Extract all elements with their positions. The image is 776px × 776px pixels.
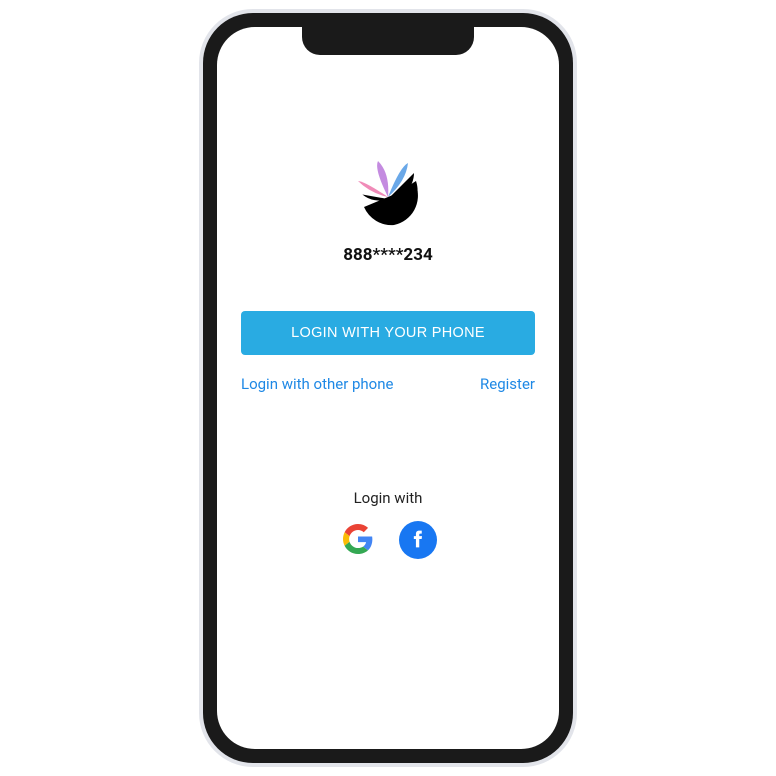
masked-phone-number: 888****234 xyxy=(343,245,432,265)
facebook-login-button[interactable] xyxy=(399,521,437,559)
phone-screen: 888****234 LOGIN WITH YOUR PHONE Login w… xyxy=(217,27,559,749)
google-icon xyxy=(343,524,373,557)
app-logo xyxy=(350,159,426,233)
login-with-phone-button[interactable]: LOGIN WITH YOUR PHONE xyxy=(241,311,535,355)
facebook-icon xyxy=(408,529,428,552)
login-other-phone-link[interactable]: Login with other phone xyxy=(241,375,393,393)
phone-frame: 888****234 LOGIN WITH YOUR PHONE Login w… xyxy=(199,9,577,767)
login-content: 888****234 LOGIN WITH YOUR PHONE Login w… xyxy=(217,27,559,559)
phone-notch xyxy=(302,27,474,55)
register-link[interactable]: Register xyxy=(480,375,535,393)
social-login-row xyxy=(339,521,437,559)
secondary-links-row: Login with other phone Register xyxy=(241,375,535,393)
google-login-button[interactable] xyxy=(339,521,377,559)
phone-bezel: 888****234 LOGIN WITH YOUR PHONE Login w… xyxy=(203,13,573,763)
login-with-label: Login with xyxy=(354,489,423,507)
